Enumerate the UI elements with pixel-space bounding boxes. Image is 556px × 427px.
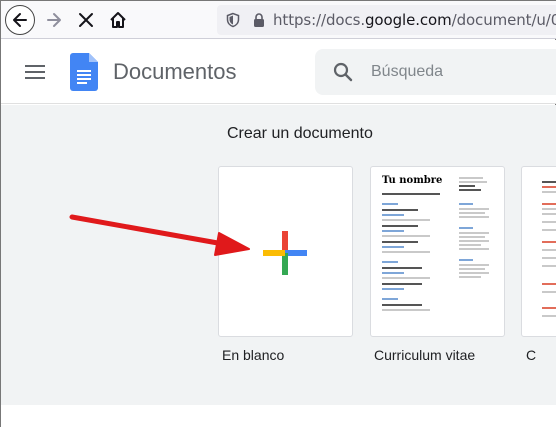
resume-preview-line [382,230,404,232]
resume-preview-line [459,185,475,187]
letter-preview-line [542,283,556,285]
resume-preview-line [459,240,489,242]
docs-header: Documentos Búsqueda [1,40,556,104]
menu-icon[interactable] [25,65,45,79]
lock-icon[interactable] [253,12,265,28]
resume-preview-line [459,177,483,179]
resume-template-label[interactable]: Curriculum vitae [374,347,475,363]
section-title: Crear un documento [227,125,373,142]
resume-preview-line [459,236,485,238]
search-input[interactable]: Búsqueda [371,63,443,81]
letter-preview-line [542,307,556,309]
letter-preview-line [542,229,556,231]
resume-preview-line [459,248,489,250]
resume-preview-line [382,277,430,279]
resume-preview-line [459,268,485,270]
app-name[interactable]: Documentos [113,59,237,85]
arrow-left-icon [13,13,27,27]
letter-preview-line [542,208,556,210]
letter-preview-line [542,203,556,205]
resume-preview-line [382,267,422,269]
blank-document-tile[interactable] [218,166,353,337]
resume-preview-line [459,212,485,214]
resume-preview-line [459,227,473,229]
resume-preview-line [382,283,422,285]
template-gallery: Crear un documento En blanco Tu nombre C… [1,105,556,405]
resume-preview-line [459,181,487,183]
resume-preview-line [382,272,404,274]
resume-preview-line [459,189,481,191]
docs-logo-icon[interactable] [70,53,98,91]
letter-preview-line [542,265,556,267]
resume-preview-name: Tu nombre [382,175,443,186]
url-prefix: https://docs. [273,11,365,29]
resume-preview-line [382,235,430,237]
letter-preview-line [542,213,556,215]
close-icon [79,13,93,27]
browser-toolbar: https://docs.google.com/document/u/0/ [1,1,556,39]
resume-preview-line [382,298,398,300]
search-icon[interactable] [333,62,353,82]
resume-preview-line [382,209,418,211]
resume-preview-line [459,232,489,234]
resume-preview-line [459,203,473,205]
plus-icon [263,231,307,275]
letter-preview-line [542,291,556,293]
resume-preview-line [382,214,404,216]
letter-template-tile[interactable] [521,166,556,337]
letter-preview-line [542,221,556,223]
shield-icon[interactable] [225,12,241,28]
arrow-right-icon [47,13,61,27]
resume-preview-line [459,259,473,261]
letter-preview-line [542,249,556,251]
letter-preview-line [542,315,556,317]
blank-document-label[interactable]: En blanco [222,347,284,363]
letter-template-label[interactable]: C [526,347,536,363]
resume-preview-line [459,216,489,218]
url-bar[interactable]: https://docs.google.com/document/u/0/ [217,5,556,35]
letter-preview-line [542,241,556,243]
home-icon [110,12,126,28]
url-text: https://docs.google.com/document/u/0/ [273,11,556,29]
bottom-strip [1,405,556,427]
home-button[interactable] [103,5,133,35]
resume-preview-line [382,309,430,311]
resume-template-tile[interactable]: Tu nombre [370,166,505,337]
search-box[interactable]: Búsqueda [315,49,556,95]
resume-preview-line [382,304,422,306]
resume-preview-line [459,276,481,278]
resume-preview-line [459,264,489,266]
letter-preview-line [542,181,556,183]
stop-button[interactable] [71,5,101,35]
resume-preview-line [459,244,481,246]
resume-preview-line [382,225,418,227]
forward-button[interactable] [39,5,69,35]
url-domain: google.com [365,11,452,29]
resume-preview-line [382,246,404,248]
back-button[interactable] [5,5,35,35]
letter-preview-line [542,186,556,188]
resume-preview-line [382,219,430,221]
url-suffix: /document/u/0/ [451,11,556,29]
resume-preview-line [459,272,489,274]
resume-preview-line [382,251,430,253]
letter-preview-line [542,191,556,193]
resume-preview-line [382,203,398,205]
resume-preview-line [382,288,404,290]
resume-preview-line [382,241,418,243]
letter-preview-line [542,257,556,259]
resume-preview-line [382,193,440,195]
resume-preview-line [459,208,489,210]
resume-preview-line [382,261,398,263]
